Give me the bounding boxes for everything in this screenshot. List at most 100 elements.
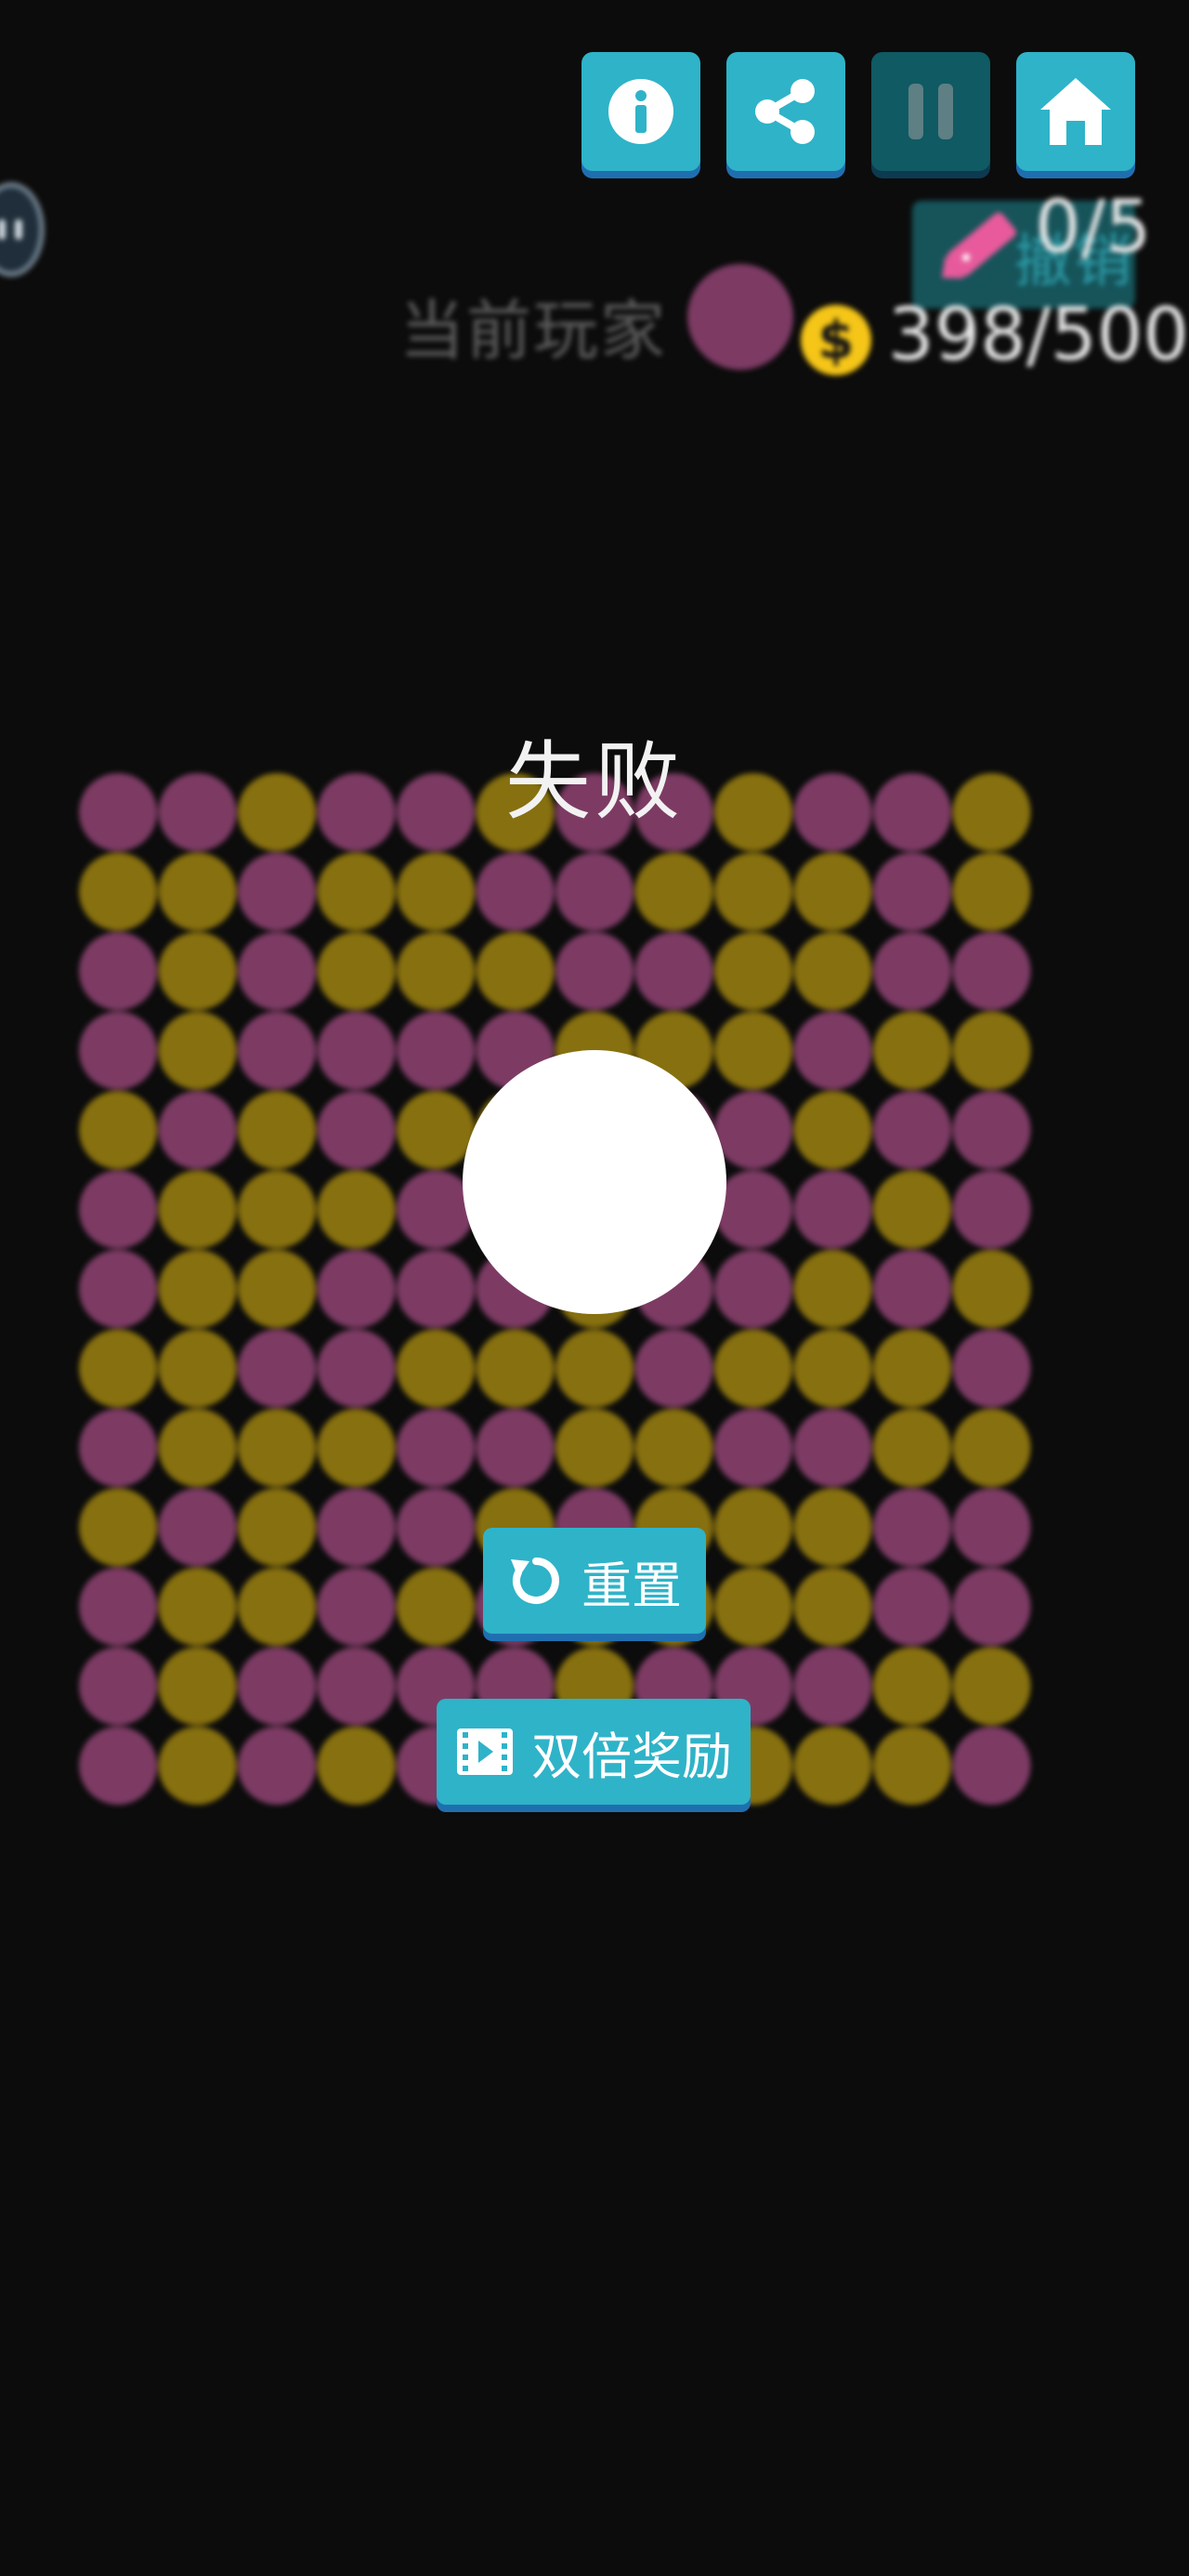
board-cell[interactable]	[317, 1727, 396, 1805]
board-cell[interactable]	[793, 1091, 872, 1169]
board-cell[interactable]	[952, 1568, 1031, 1646]
board-cell[interactable]	[952, 852, 1031, 931]
board-cell[interactable]	[317, 932, 396, 1010]
board-cell[interactable]	[158, 1170, 237, 1249]
board-cell[interactable]	[317, 1329, 396, 1408]
board-cell[interactable]	[714, 1568, 792, 1646]
board-cell[interactable]	[952, 1488, 1031, 1567]
board-cell[interactable]	[714, 1011, 792, 1090]
board-cell[interactable]	[158, 1011, 237, 1090]
board-cell[interactable]	[952, 1091, 1031, 1169]
board-cell[interactable]	[793, 1409, 872, 1487]
board-cell[interactable]	[873, 1568, 951, 1646]
board-cell[interactable]	[952, 1011, 1031, 1090]
board-cell[interactable]	[873, 1011, 951, 1090]
board-cell[interactable]	[714, 852, 792, 931]
board-cell[interactable]	[158, 1409, 237, 1487]
board-cell[interactable]	[714, 932, 792, 1010]
board-cell[interactable]	[238, 1011, 316, 1090]
board-cell[interactable]	[79, 1011, 157, 1090]
board-cell[interactable]	[873, 1329, 951, 1408]
board-cell[interactable]	[158, 1091, 237, 1169]
board-cell[interactable]	[238, 1488, 316, 1567]
board-cell[interactable]	[714, 1329, 792, 1408]
board-cell[interactable]	[397, 1011, 475, 1090]
board-cell[interactable]	[317, 1568, 396, 1646]
board-cell[interactable]	[79, 1568, 157, 1646]
board-cell[interactable]	[238, 1409, 316, 1487]
board-cell[interactable]	[952, 1409, 1031, 1487]
board-cell[interactable]	[317, 852, 396, 931]
board-cell[interactable]	[158, 1488, 237, 1567]
board-cell[interactable]	[555, 1409, 634, 1487]
board-cell[interactable]	[79, 1091, 157, 1169]
board-cell[interactable]	[397, 1091, 475, 1169]
board-cell[interactable]	[238, 1568, 316, 1646]
board-cell[interactable]	[793, 1568, 872, 1646]
board-cell[interactable]	[476, 1329, 555, 1408]
board-cell[interactable]	[634, 852, 713, 931]
board-cell[interactable]	[634, 1409, 713, 1487]
board-cell[interactable]	[793, 1011, 872, 1090]
board-cell[interactable]	[952, 1170, 1031, 1249]
board-cell[interactable]	[397, 1488, 475, 1567]
board-cell[interactable]	[873, 1488, 951, 1567]
board-cell[interactable]	[397, 1329, 475, 1408]
board-cell[interactable]	[158, 1727, 237, 1805]
board-cell[interactable]	[952, 932, 1031, 1010]
double-reward-button[interactable]: 双倍奖励	[437, 1699, 751, 1805]
board-cell[interactable]	[793, 852, 872, 931]
board-cell[interactable]	[555, 852, 634, 931]
home-button[interactable]	[1016, 52, 1135, 171]
board-cell[interactable]	[79, 1329, 157, 1408]
board-cell[interactable]	[873, 1727, 951, 1805]
board-cell[interactable]	[952, 1647, 1031, 1726]
board-cell[interactable]	[793, 1250, 872, 1328]
board-cell[interactable]	[952, 1250, 1031, 1328]
board-cell[interactable]	[397, 932, 475, 1010]
board-cell[interactable]	[158, 1329, 237, 1408]
board-cell[interactable]	[714, 1409, 792, 1487]
board-cell[interactable]	[158, 1647, 237, 1726]
board-cell[interactable]	[873, 1409, 951, 1487]
board-cell[interactable]	[476, 932, 555, 1010]
board-cell[interactable]	[238, 1329, 316, 1408]
board-cell[interactable]	[714, 1488, 792, 1567]
board-cell[interactable]	[317, 1011, 396, 1090]
board-cell[interactable]	[952, 1329, 1031, 1408]
board-cell[interactable]	[952, 1727, 1031, 1805]
board-cell[interactable]	[634, 1329, 713, 1408]
board-cell[interactable]	[317, 1409, 396, 1487]
board-cell[interactable]	[79, 1250, 157, 1328]
board-cell[interactable]	[873, 1170, 951, 1249]
board-cell[interactable]	[476, 852, 555, 931]
board-cell[interactable]	[238, 1727, 316, 1805]
share-button[interactable]	[726, 52, 845, 171]
board-cell[interactable]	[714, 1091, 792, 1169]
board-cell[interactable]	[397, 1568, 475, 1646]
board-cell[interactable]	[634, 932, 713, 1010]
reset-button[interactable]: 重置	[483, 1528, 706, 1634]
board-cell[interactable]	[79, 1727, 157, 1805]
board-cell[interactable]	[238, 852, 316, 931]
board-cell[interactable]	[793, 1488, 872, 1567]
board-cell[interactable]	[79, 1488, 157, 1567]
board-cell[interactable]	[793, 932, 872, 1010]
board-cell[interactable]	[793, 1727, 872, 1805]
board-cell[interactable]	[476, 1409, 555, 1487]
info-button[interactable]	[581, 52, 700, 171]
board-cell[interactable]	[714, 1250, 792, 1328]
board-cell[interactable]	[317, 1250, 396, 1328]
board-cell[interactable]	[158, 1250, 237, 1328]
board-cell[interactable]	[79, 932, 157, 1010]
board-cell[interactable]	[793, 1170, 872, 1249]
board-cell[interactable]	[793, 1647, 872, 1726]
board-cell[interactable]	[317, 1170, 396, 1249]
pause-button[interactable]	[871, 52, 990, 171]
board-cell[interactable]	[873, 1647, 951, 1726]
board-cell[interactable]	[158, 852, 237, 931]
board-cell[interactable]	[555, 1329, 634, 1408]
board-cell[interactable]	[873, 932, 951, 1010]
board-cell[interactable]	[158, 932, 237, 1010]
board-cell[interactable]	[238, 1091, 316, 1169]
